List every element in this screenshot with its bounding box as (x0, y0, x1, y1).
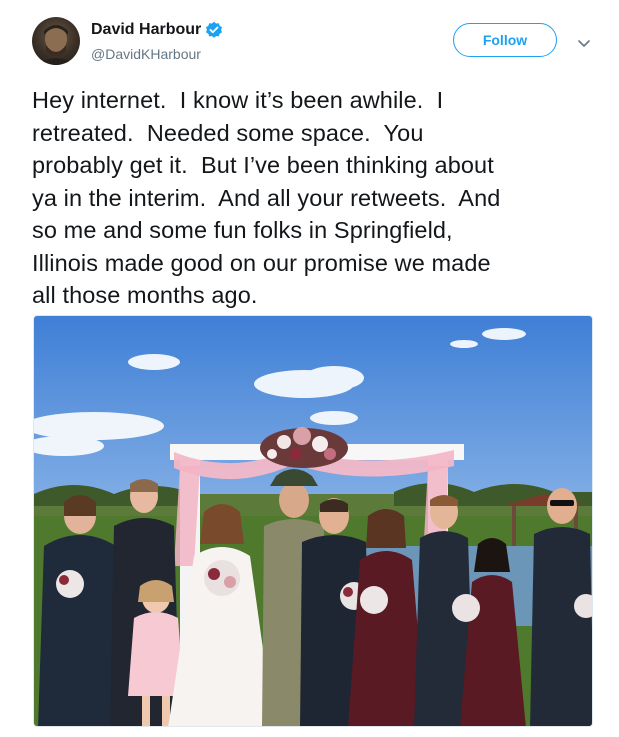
follow-button[interactable]: Follow (453, 23, 557, 57)
tweet-photo[interactable] (33, 315, 593, 727)
display-name[interactable]: David Harbour (91, 21, 201, 39)
avatar[interactable] (32, 17, 80, 65)
chevron-down-icon[interactable] (577, 36, 591, 47)
tweet-text: Hey internet. I know it’s been awhile. I… (32, 87, 501, 308)
author-name-row: David Harbour (91, 21, 223, 39)
verified-badge-icon (205, 21, 223, 39)
handle[interactable]: @DavidKHarbour (91, 46, 201, 62)
